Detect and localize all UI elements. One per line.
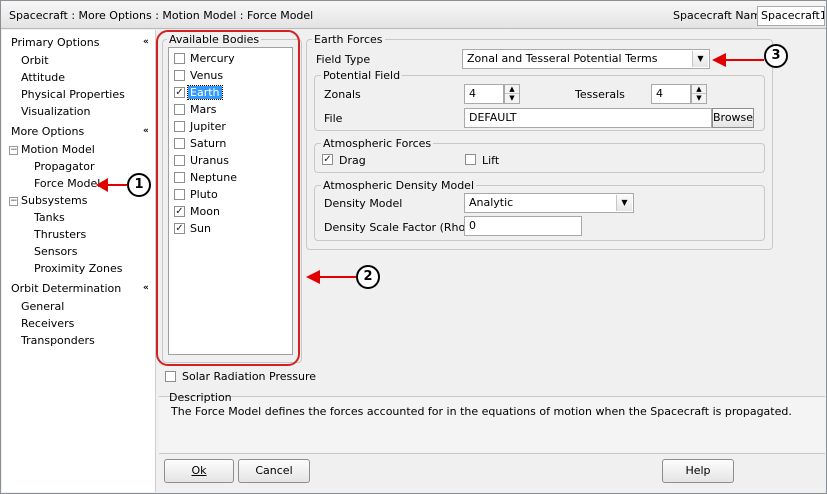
- density-model-value: Analytic: [469, 196, 514, 209]
- orbit-determination-header[interactable]: Orbit Determination: [11, 282, 121, 295]
- spin-down-icon[interactable]: ▼: [505, 94, 519, 103]
- field-type-label: Field Type: [316, 53, 371, 66]
- description-text: The Force Model defines the forces accou…: [171, 405, 792, 418]
- sidebar: Primary Options « Orbit Attitude Physica…: [2, 30, 156, 492]
- density-scale-input[interactable]: 0: [464, 216, 582, 236]
- srp-checkbox[interactable]: [165, 371, 176, 382]
- primary-options-header[interactable]: Primary Options: [11, 36, 99, 49]
- sidebar-item-thrusters[interactable]: Thrusters: [34, 228, 86, 241]
- sidebar-item-proximity-zones[interactable]: Proximity Zones: [34, 262, 123, 275]
- sidebar-item-visualization[interactable]: Visualization: [21, 105, 90, 118]
- sidebar-item-propagator[interactable]: Propagator: [34, 160, 94, 173]
- drag-label: Drag: [339, 154, 366, 167]
- lift-label: Lift: [482, 154, 500, 167]
- earth-forces-title: Earth Forces: [312, 33, 385, 46]
- callout-3-arrowhead-icon: [712, 53, 726, 67]
- callout-2-arrowhead-icon: [306, 270, 320, 284]
- field-type-dropdown[interactable]: Zonal and Tesseral Potential Terms ▼: [462, 49, 710, 69]
- lift-checkbox[interactable]: [465, 154, 476, 165]
- chevron-down-icon[interactable]: ▼: [616, 195, 632, 211]
- density-scale-label: Density Scale Factor (Rho1): [324, 221, 477, 234]
- cancel-button[interactable]: Cancel: [238, 459, 310, 483]
- callout-1-arrowhead-icon: [96, 178, 108, 192]
- collapse-od-icon[interactable]: «: [143, 283, 149, 293]
- sidebar-item-physical-properties[interactable]: Physical Properties: [21, 88, 125, 101]
- field-type-value: Zonal and Tesseral Potential Terms: [467, 52, 658, 65]
- callout-1: 1: [127, 173, 151, 197]
- density-model-dropdown[interactable]: Analytic ▼: [464, 193, 634, 213]
- sidebar-item-motion-model[interactable]: Motion Model: [21, 143, 95, 156]
- spacecraft-name-label: Spacecraft Name: [673, 9, 768, 22]
- ok-button[interactable]: Ok: [164, 459, 234, 483]
- zonals-spinner[interactable]: ▲ ▼: [504, 84, 520, 104]
- tesserals-label: Tesserals: [575, 88, 625, 101]
- potential-field-title: Potential Field: [321, 69, 403, 82]
- description-title: Description: [169, 391, 232, 404]
- annotation-highlight-box: [156, 30, 300, 366]
- sidebar-item-subsystems[interactable]: Subsystems: [21, 194, 87, 207]
- zonals-input[interactable]: 4: [464, 84, 504, 104]
- sidebar-item-general[interactable]: General: [21, 300, 64, 313]
- sidebar-item-receivers[interactable]: Receivers: [21, 317, 74, 330]
- sidebar-item-tanks[interactable]: Tanks: [34, 211, 65, 224]
- file-label: File: [324, 112, 343, 125]
- zonals-label: Zonals: [324, 88, 361, 101]
- callout-2-arrow-line: [318, 276, 358, 278]
- more-options-header[interactable]: More Options: [11, 125, 84, 138]
- collapse-primary-icon[interactable]: «: [143, 37, 149, 47]
- drag-checkbox[interactable]: ✓: [322, 154, 333, 165]
- sidebar-item-sensors[interactable]: Sensors: [34, 245, 77, 258]
- tesserals-spinner[interactable]: ▲ ▼: [691, 84, 707, 104]
- spin-down-icon[interactable]: ▼: [692, 94, 706, 103]
- collapse-more-icon[interactable]: «: [143, 126, 149, 136]
- callout-2: 2: [356, 265, 380, 289]
- sidebar-item-force-model[interactable]: Force Model: [34, 177, 100, 190]
- window-title: Spacecraft : More Options : Motion Model…: [9, 9, 314, 22]
- tree-minus-icon[interactable]: −: [9, 197, 18, 206]
- sidebar-item-attitude[interactable]: Attitude: [21, 71, 65, 84]
- density-model-title: Atmospheric Density Model: [321, 179, 477, 192]
- tesserals-input[interactable]: 4: [651, 84, 691, 104]
- spacecraft-name-field[interactable]: Spacecraft1: [757, 6, 825, 26]
- srp-label: Solar Radiation Pressure: [182, 370, 316, 383]
- atmospheric-forces-title: Atmospheric Forces: [321, 137, 434, 150]
- spin-up-icon[interactable]: ▲: [692, 85, 706, 94]
- title-bar: Spacecraft : More Options : Motion Model…: [1, 1, 826, 29]
- tree-minus-icon[interactable]: −: [9, 146, 18, 155]
- help-button[interactable]: Help: [662, 459, 734, 483]
- sidebar-item-orbit[interactable]: Orbit: [21, 54, 49, 67]
- callout-3: 3: [764, 44, 788, 68]
- chevron-down-icon[interactable]: ▼: [692, 51, 708, 67]
- density-model-label: Density Model: [324, 197, 403, 210]
- spin-up-icon[interactable]: ▲: [505, 85, 519, 94]
- sidebar-item-transponders[interactable]: Transponders: [21, 334, 95, 347]
- file-input[interactable]: DEFAULT: [464, 108, 712, 128]
- browse-button[interactable]: Browse: [712, 108, 754, 128]
- callout-3-arrow-line: [724, 59, 764, 61]
